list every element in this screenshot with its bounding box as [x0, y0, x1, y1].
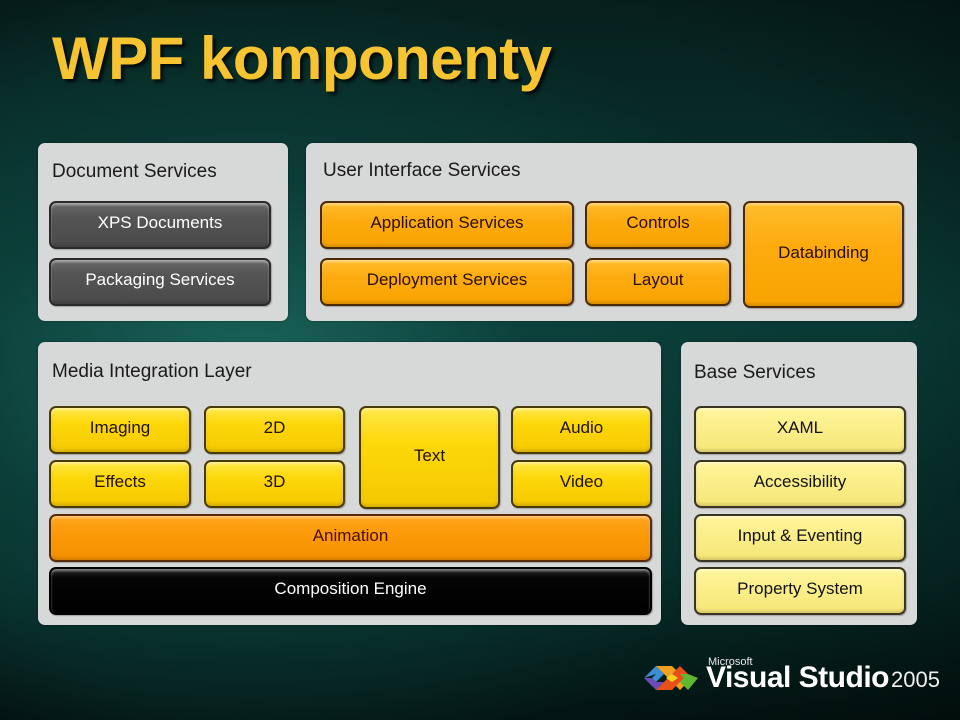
box-label: Property System	[737, 579, 863, 598]
panel-title: Media Integration Layer	[52, 361, 252, 382]
logo-text: Microsoft Visual Studio2005	[706, 656, 940, 698]
panel-title: User Interface Services	[323, 160, 521, 181]
xps-documents-box[interactable]: XPS Documents	[49, 201, 271, 249]
box-label: Input & Eventing	[737, 526, 863, 545]
document-services-panel: Document Services XPS Documents Packagin…	[38, 143, 288, 321]
visual-studio-infinity-icon	[644, 666, 698, 690]
imaging-box[interactable]: Imaging	[49, 406, 191, 454]
2d-box[interactable]: 2D	[204, 406, 345, 454]
box-label: XPS Documents	[97, 213, 223, 232]
box-label: Text	[413, 445, 446, 465]
box-label: Packaging Services	[85, 270, 235, 289]
media-integration-layer-panel: Media Integration Layer Imaging Effects …	[38, 342, 661, 625]
box-label: Animation	[312, 526, 389, 545]
visual-studio-logo: Microsoft Visual Studio2005	[642, 656, 940, 698]
text-box[interactable]: Text	[359, 406, 500, 509]
composition-engine-box[interactable]: Composition Engine	[49, 567, 652, 615]
box-label: Composition Engine	[274, 579, 427, 598]
box-label: Effects	[94, 472, 146, 491]
logo-company: Microsoft	[708, 656, 753, 668]
box-label: Controls	[626, 213, 690, 232]
3d-box[interactable]: 3D	[204, 460, 345, 508]
box-label: Video	[559, 472, 604, 491]
packaging-services-box[interactable]: Packaging Services	[49, 258, 271, 306]
box-label: Deployment Services	[366, 270, 528, 289]
controls-box[interactable]: Controls	[585, 201, 731, 249]
accessibility-box[interactable]: Accessibility	[694, 460, 906, 508]
application-services-box[interactable]: Application Services	[320, 201, 574, 249]
xaml-box[interactable]: XAML	[694, 406, 906, 454]
ui-services-panel: User Interface Services Application Serv…	[306, 143, 917, 321]
databinding-box[interactable]: Databinding	[743, 201, 904, 308]
input-eventing-box[interactable]: Input & Eventing	[694, 514, 906, 562]
panel-title: Base Services	[694, 362, 816, 383]
box-label: Audio	[559, 418, 604, 437]
box-label: Databinding	[778, 242, 869, 262]
box-label: 2D	[263, 418, 286, 437]
animation-box[interactable]: Animation	[49, 514, 652, 562]
video-box[interactable]: Video	[511, 460, 652, 508]
box-label: Accessibility	[753, 472, 847, 491]
base-services-panel: Base Services XAML Accessibility Input &…	[681, 342, 917, 625]
slide-title: WPF komponenty	[52, 25, 552, 92]
box-label: Application Services	[370, 213, 524, 232]
box-label: Imaging	[89, 418, 151, 437]
box-label: 3D	[263, 472, 286, 491]
box-label: Layout	[632, 270, 684, 289]
box-label: XAML	[776, 418, 824, 437]
property-system-box[interactable]: Property System	[694, 567, 906, 615]
deployment-services-box[interactable]: Deployment Services	[320, 258, 574, 306]
layout-box[interactable]: Layout	[585, 258, 731, 306]
effects-box[interactable]: Effects	[49, 460, 191, 508]
logo-year: 2005	[890, 667, 940, 692]
panel-title: Document Services	[52, 161, 217, 182]
audio-box[interactable]: Audio	[511, 406, 652, 454]
